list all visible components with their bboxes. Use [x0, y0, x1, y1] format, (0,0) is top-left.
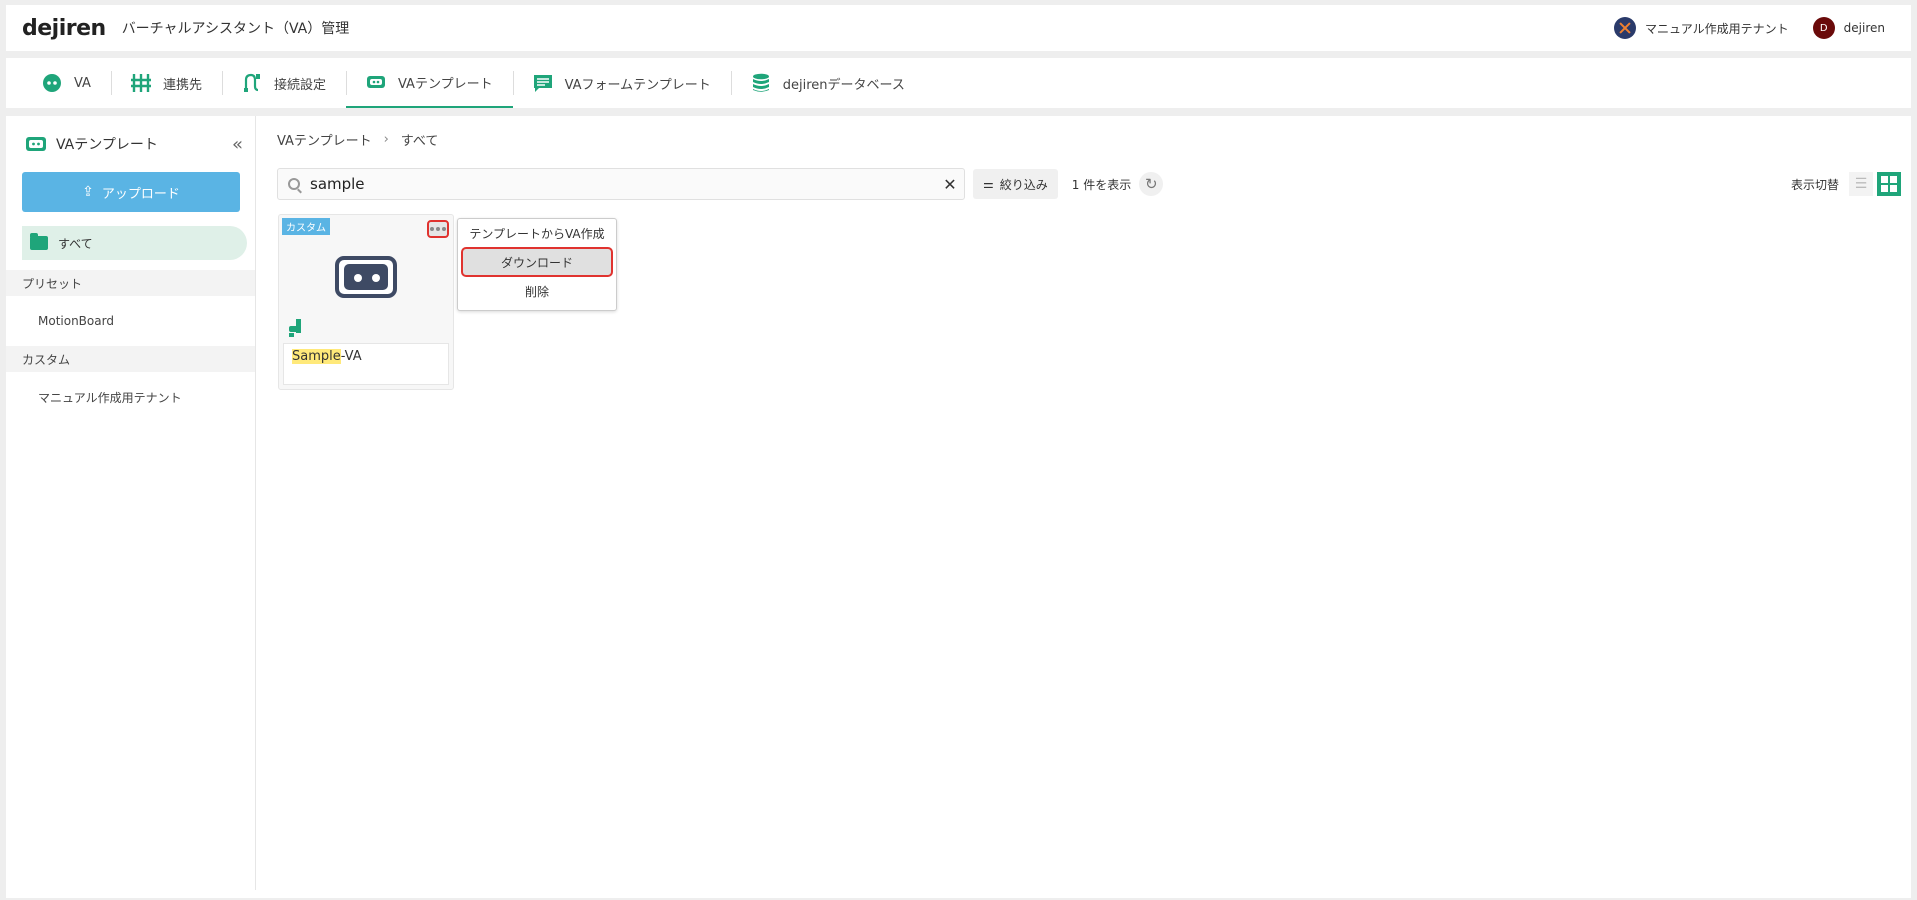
tab-label: VAテンプレート: [398, 76, 493, 92]
tab-label: 接続設定: [273, 77, 326, 93]
tenant-selector[interactable]: マニュアル作成用テナント: [1614, 17, 1789, 39]
user-menu[interactable]: D dejiren: [1812, 17, 1885, 39]
folder-icon: [30, 233, 48, 250]
result-count: 1 件を表示: [1071, 177, 1132, 192]
top-header: dejiren バーチャルアシスタント（VA）管理 マニュアル作成用テナント D…: [6, 5, 1911, 51]
breadcrumb-current: すべて: [400, 133, 439, 149]
avatar: D: [1812, 17, 1835, 39]
main-tabs: VA 連携先 接続設定 VAテンプレート VAフォームテンプレート dejire…: [6, 58, 1911, 108]
tab-va-form-templates[interactable]: VAフォームテンプレート: [512, 58, 731, 108]
dejiren-mark-icon: [289, 319, 301, 337]
template-icon: [367, 76, 385, 88]
toolbar: ✕ ⚌ 絞り込み 1 件を表示 ↻ 表示切替 ☰: [277, 162, 1911, 206]
database-icon: [752, 73, 769, 92]
custom-badge: カスタム: [282, 218, 330, 235]
grid-view-icon[interactable]: [1877, 172, 1901, 196]
user-name: dejiren: [1843, 21, 1885, 35]
sidebar: VAテンプレート « ⇪ アップロード すべて プリセット MotionBoar…: [6, 116, 256, 890]
filter-label: 絞り込み: [999, 177, 1048, 192]
sidebar-item-motionboard[interactable]: MotionBoard: [6, 296, 255, 346]
tab-va[interactable]: VA: [22, 58, 111, 108]
tab-label: VAフォームテンプレート: [564, 77, 711, 93]
search-box: ✕: [277, 168, 965, 200]
sidebar-section-custom: カスタム: [6, 346, 255, 372]
view-toggle: 表示切替 ☰: [1791, 172, 1901, 196]
menu-item-create-va[interactable]: テンプレートからVA作成: [458, 219, 616, 247]
header-right: マニュアル作成用テナント D dejiren: [1614, 17, 1885, 39]
breadcrumb: VAテンプレート › すべて: [277, 116, 1911, 162]
tenant-icon: [1614, 17, 1637, 39]
upload-icon: ⇪: [82, 184, 94, 200]
breadcrumb-root[interactable]: VAテンプレート: [277, 130, 372, 149]
template-card[interactable]: カスタム Sample-VA: [278, 214, 454, 390]
tab-label: 連携先: [162, 77, 202, 93]
collapse-sidebar-icon[interactable]: «: [232, 134, 243, 155]
upload-label: アップロード: [101, 186, 180, 202]
sidebar-header: VAテンプレート «: [6, 116, 255, 172]
robot-face-icon: [43, 74, 61, 92]
tab-va-templates[interactable]: VAテンプレート: [346, 58, 513, 108]
sidebar-item-all[interactable]: すべて: [22, 226, 247, 260]
connector-icon: [130, 74, 151, 92]
search-highlight: Sample: [292, 349, 341, 364]
app-title: バーチャルアシスタント（VA）管理: [121, 21, 350, 37]
menu-item-download[interactable]: ダウンロード: [461, 247, 613, 277]
search-icon: [288, 178, 300, 190]
robot-icon: [335, 256, 397, 298]
filter-button[interactable]: ⚌ 絞り込み: [973, 169, 1058, 199]
plug-icon: [243, 73, 260, 92]
sidebar-item-manual-tenant[interactable]: マニュアル作成用テナント: [6, 372, 255, 422]
sidebar-item-label: すべて: [58, 236, 93, 251]
filter-sliders-icon: ⚌: [983, 177, 994, 191]
tab-connection-settings[interactable]: 接続設定: [221, 58, 346, 108]
list-view-icon[interactable]: ☰: [1849, 172, 1873, 196]
menu-item-delete[interactable]: 削除: [458, 277, 616, 305]
template-icon: [26, 137, 46, 151]
tab-label: dejirenデータベース: [782, 77, 905, 93]
tab-integrations[interactable]: 連携先: [110, 58, 222, 108]
tab-label: VA: [74, 75, 91, 91]
template-name: Sample-VA: [283, 343, 449, 385]
clear-search-icon[interactable]: ✕: [936, 175, 964, 194]
breadcrumb-separator-icon: ›: [383, 131, 389, 147]
search-input[interactable]: [310, 175, 936, 193]
view-switch-label: 表示切替: [1790, 177, 1839, 192]
tenant-name: マニュアル作成用テナント: [1645, 21, 1789, 36]
sidebar-section-preset: プリセット: [6, 270, 255, 296]
upload-button[interactable]: ⇪ アップロード: [22, 172, 240, 212]
context-menu: テンプレートからVA作成 ダウンロード 削除: [457, 218, 617, 311]
more-options-icon[interactable]: [427, 220, 449, 238]
dejiren-logo[interactable]: dejiren: [22, 16, 106, 41]
template-name-rest: -VA: [340, 349, 362, 364]
form-icon: [533, 75, 552, 92]
sidebar-title: VAテンプレート: [56, 137, 158, 153]
refresh-icon[interactable]: ↻: [1139, 172, 1164, 196]
tab-dejiren-database[interactable]: dejirenデータベース: [730, 58, 925, 108]
